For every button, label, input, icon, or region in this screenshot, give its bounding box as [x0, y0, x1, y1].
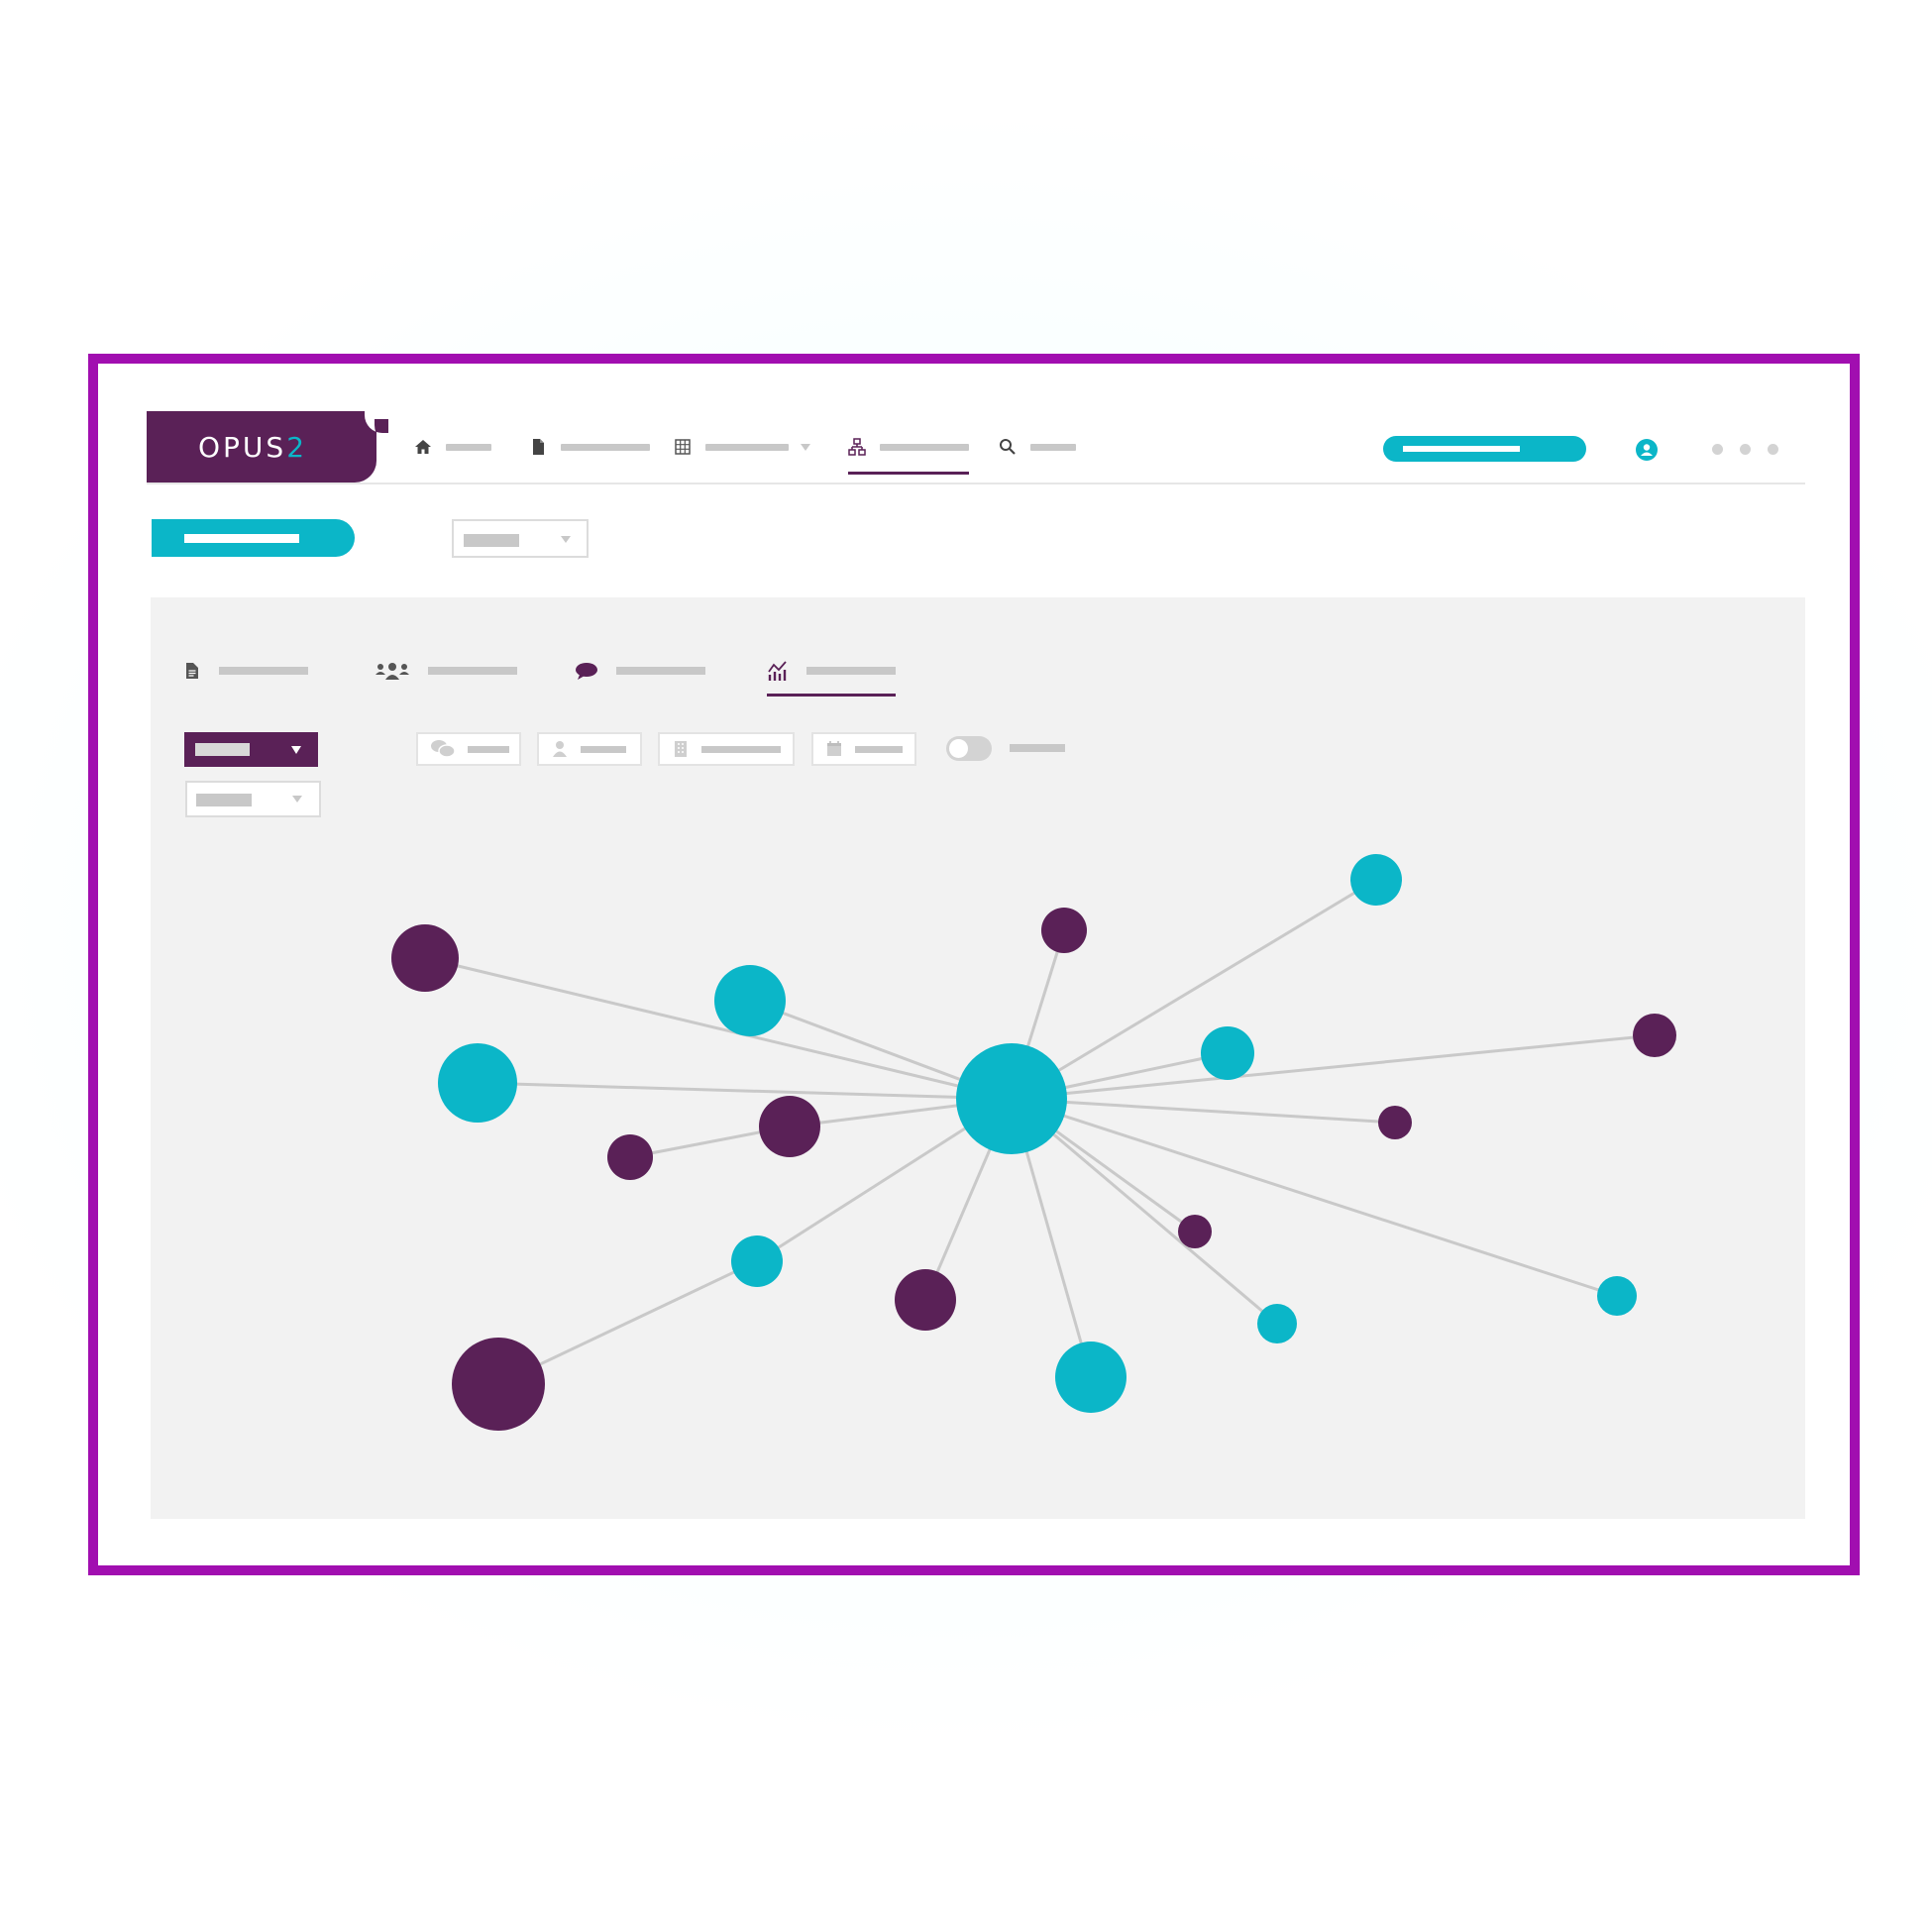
graph-node[interactable]	[1597, 1276, 1637, 1316]
graph-edge	[477, 1081, 1013, 1101]
document-icon	[533, 439, 544, 455]
graph-edge	[1011, 1097, 1618, 1298]
header-action-label	[1403, 446, 1520, 452]
chevron-down-icon[interactable]	[801, 443, 810, 451]
nav-network-label	[880, 443, 969, 451]
graph-node[interactable]	[1178, 1215, 1212, 1248]
primary-action-button[interactable]	[152, 519, 355, 557]
header-action-button[interactable]	[1383, 436, 1586, 462]
graph-node-center[interactable]	[956, 1043, 1067, 1154]
nav-documents[interactable]	[529, 435, 650, 459]
graph-node[interactable]	[438, 1043, 517, 1123]
more-options-icon[interactable]	[1712, 444, 1778, 455]
grid-icon	[675, 439, 691, 455]
graph-node[interactable]	[1633, 1014, 1676, 1057]
nav-tables-label	[705, 443, 789, 451]
graph-node[interactable]	[759, 1096, 820, 1157]
top-nav-bar: OPUS2	[147, 411, 1805, 484]
nav-home[interactable]	[414, 435, 491, 459]
graph-edge	[1011, 1033, 1656, 1101]
nav-home-label	[446, 443, 491, 451]
graph-node[interactable]	[607, 1134, 653, 1180]
nav-documents-label	[561, 443, 650, 451]
graph-node[interactable]	[1041, 908, 1087, 953]
graph-node[interactable]	[1201, 1026, 1254, 1080]
logo-text: OPUS2	[197, 430, 308, 464]
chevron-down-icon	[561, 536, 571, 543]
graph-node[interactable]	[452, 1338, 545, 1431]
graph-node[interactable]	[1378, 1106, 1412, 1139]
graph-node[interactable]	[731, 1235, 783, 1287]
primary-action-label	[184, 534, 299, 543]
home-icon	[415, 440, 431, 454]
nav-tables[interactable]	[674, 435, 810, 459]
nav-search[interactable]	[999, 435, 1076, 459]
graph-node[interactable]	[1055, 1342, 1127, 1413]
nav-network[interactable]	[848, 435, 969, 475]
graph-node[interactable]	[1350, 854, 1402, 906]
highlight-frame: OPUS2	[88, 354, 1860, 1575]
graph-node[interactable]	[391, 924, 459, 992]
view-select[interactable]	[452, 519, 589, 558]
view-select-value	[464, 534, 519, 547]
network-graph	[391, 854, 1676, 1431]
opus2-logo[interactable]: OPUS2	[147, 411, 388, 483]
network-panel	[151, 597, 1805, 1519]
graph-node[interactable]	[714, 965, 786, 1036]
nav-search-label	[1030, 443, 1076, 451]
search-icon	[1000, 439, 1016, 455]
graph-node[interactable]	[1257, 1304, 1297, 1343]
graph-node[interactable]	[895, 1269, 956, 1331]
network-icon	[848, 438, 866, 456]
user-avatar-icon[interactable]	[1636, 439, 1658, 461]
